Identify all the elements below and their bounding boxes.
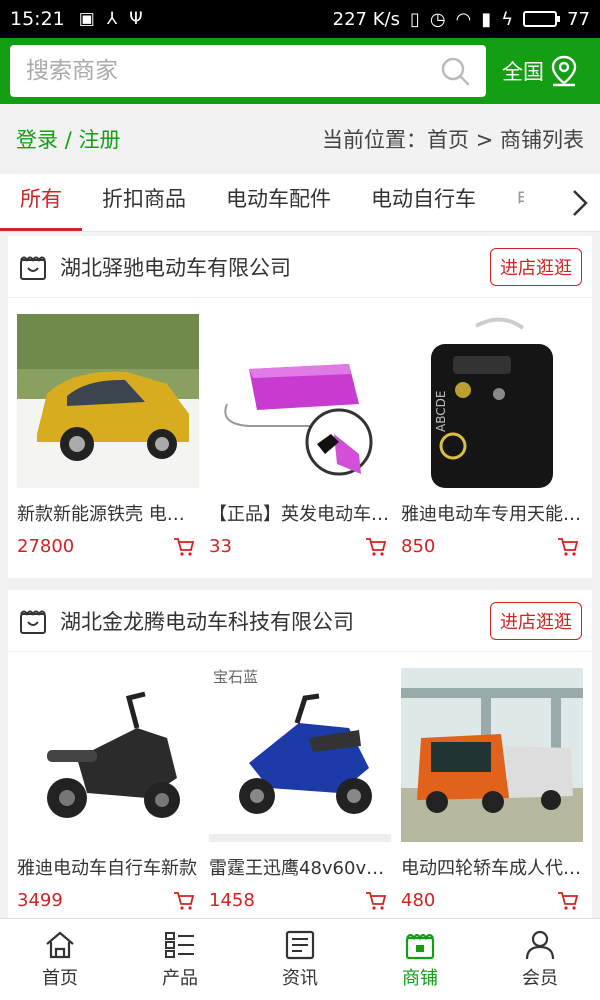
shop-name[interactable]: 湖北金龙腾电动车科技有限公司 xyxy=(60,606,354,636)
region-label: 全国 xyxy=(502,60,544,84)
product-item[interactable]: 【正品】英发电动车充电器 33 xyxy=(204,314,396,557)
tab-ebike-parts[interactable]: 电动车配件 xyxy=(206,174,351,231)
home-icon xyxy=(46,931,74,958)
bottom-nav: 首页 产品 资讯 商铺 会员 xyxy=(0,918,600,1000)
nav-news-label: 资讯 xyxy=(282,967,318,989)
net-speed: 227 K/s xyxy=(332,8,400,30)
product-image[interactable] xyxy=(17,314,199,488)
shop-icon xyxy=(20,610,46,634)
register-link[interactable]: 注册 xyxy=(78,128,120,152)
product-image[interactable] xyxy=(17,668,199,842)
news-icon xyxy=(285,930,315,959)
status-time: 15:21 xyxy=(10,8,65,30)
tab-all[interactable]: 所有 xyxy=(0,174,82,231)
product-price: 480 xyxy=(401,890,436,911)
region-selector[interactable]: 全国 xyxy=(502,55,578,87)
location-pin-icon xyxy=(551,55,577,87)
product-item[interactable]: 新款新能源铁壳 电动车 27800 xyxy=(12,314,204,557)
login-separator: / xyxy=(64,128,72,152)
nav-shops-label: 商铺 xyxy=(402,967,438,989)
product-name: 电动四轮轿车成人代步车 xyxy=(401,858,581,879)
product-image[interactable] xyxy=(209,314,391,488)
nav-home[interactable]: 首页 xyxy=(0,919,120,1000)
breadcrumb: 当前位置：首页 > 商铺列表 xyxy=(322,128,584,152)
product-item[interactable]: 电动四轮轿车成人代步车 480 xyxy=(396,668,588,911)
cart-icon[interactable] xyxy=(173,891,195,911)
list-icon xyxy=(165,931,194,958)
nav-member[interactable]: 会员 xyxy=(480,919,600,1000)
enter-shop-button[interactable]: 进店逛逛 xyxy=(490,247,582,286)
product-price: 33 xyxy=(209,536,232,557)
app-header: 全国 xyxy=(0,38,600,104)
search-input[interactable] xyxy=(26,58,440,84)
alarm-icon: ◷ xyxy=(429,8,446,30)
product-item[interactable]: 雅迪电动车自行车新款 3499 xyxy=(12,668,204,911)
cart-icon[interactable] xyxy=(557,891,579,911)
chevron-right-icon[interactable] xyxy=(560,174,600,231)
signal-icon: ▮ xyxy=(481,8,492,30)
product-image-caption: 宝石蓝 xyxy=(213,668,259,686)
shop-icon xyxy=(20,256,46,280)
login-link[interactable]: 登录 xyxy=(16,128,58,152)
cart-icon[interactable] xyxy=(173,537,195,557)
share-icon: ⅄ xyxy=(106,9,118,29)
nav-shops[interactable]: 商铺 xyxy=(360,919,480,1000)
breadcrumb-row: 登录 / 注册 当前位置：首页 > 商铺列表 xyxy=(0,104,600,174)
nav-news[interactable]: 资讯 xyxy=(240,919,360,1000)
usb-icon: Ψ xyxy=(129,9,143,29)
tab-ebicycle[interactable]: 电动自行车 xyxy=(351,174,496,231)
svg-text:ABCDE: ABCDE xyxy=(434,391,448,432)
product-price: 850 xyxy=(401,536,436,557)
nav-products[interactable]: 产品 xyxy=(120,919,240,1000)
shop-card: 湖北驿驰电动车有限公司 进店逛逛 新款新能源铁壳 电动车 27800 【正品】英… xyxy=(8,236,592,578)
user-icon xyxy=(525,930,555,959)
product-image[interactable]: ABCDE xyxy=(401,314,583,488)
nav-products-label: 产品 xyxy=(162,967,198,989)
nav-home-label: 首页 xyxy=(42,967,78,989)
product-price: 3499 xyxy=(17,890,63,911)
cart-icon[interactable] xyxy=(365,891,387,911)
search-box[interactable] xyxy=(10,45,486,97)
shop-name[interactable]: 湖北驿驰电动车有限公司 xyxy=(60,252,291,282)
image-icon: ▣ xyxy=(78,9,95,29)
product-name: 【正品】英发电动车充电器 xyxy=(209,504,389,525)
tab-discount[interactable]: 折扣商品 xyxy=(82,174,206,231)
product-name: 雅迪电动车自行车新款 xyxy=(17,858,197,879)
wifi-icon: ◠ xyxy=(455,8,472,30)
enter-shop-button[interactable]: 进店逛逛 xyxy=(490,601,582,640)
battery-percent: 77 xyxy=(567,8,590,30)
product-name: 雷霆王迅鹰48v60v电动车 xyxy=(209,858,389,879)
product-price: 1458 xyxy=(209,890,255,911)
product-price: 27800 xyxy=(17,536,75,557)
shop-card: 湖北金龙腾电动车科技有限公司 进店逛逛 雅迪电动车自行车新款 3499 宝石蓝 … xyxy=(8,590,592,918)
product-item[interactable]: 宝石蓝 雷霆王迅鹰48v60v电动车 1458 xyxy=(204,668,396,911)
cart-icon[interactable] xyxy=(557,537,579,557)
product-name: 雅迪电动车专用天能电池 xyxy=(401,504,581,525)
product-name: 新款新能源铁壳 电动车 xyxy=(17,504,197,525)
product-image[interactable]: 宝石蓝 xyxy=(209,668,391,842)
battery-icon xyxy=(523,11,561,27)
product-item[interactable]: ABCDE 雅迪电动车专用天能电池 850 xyxy=(396,314,588,557)
status-bar: 15:21 ▣ ⅄ Ψ 227 K/s ▯ ◷ ◠ ▮ ϟ 77 xyxy=(0,0,600,38)
product-image[interactable] xyxy=(401,668,583,842)
tab-more-partial[interactable]: 电 xyxy=(496,174,524,231)
cart-icon[interactable] xyxy=(365,537,387,557)
nav-member-label: 会员 xyxy=(522,967,558,989)
charging-icon: ϟ xyxy=(501,8,514,30)
category-tabs: 所有 折扣商品 电动车配件 电动自行车 电 xyxy=(0,174,600,232)
search-icon[interactable] xyxy=(440,56,470,86)
shop-icon xyxy=(405,933,435,959)
vibrate-icon: ▯ xyxy=(409,8,420,30)
